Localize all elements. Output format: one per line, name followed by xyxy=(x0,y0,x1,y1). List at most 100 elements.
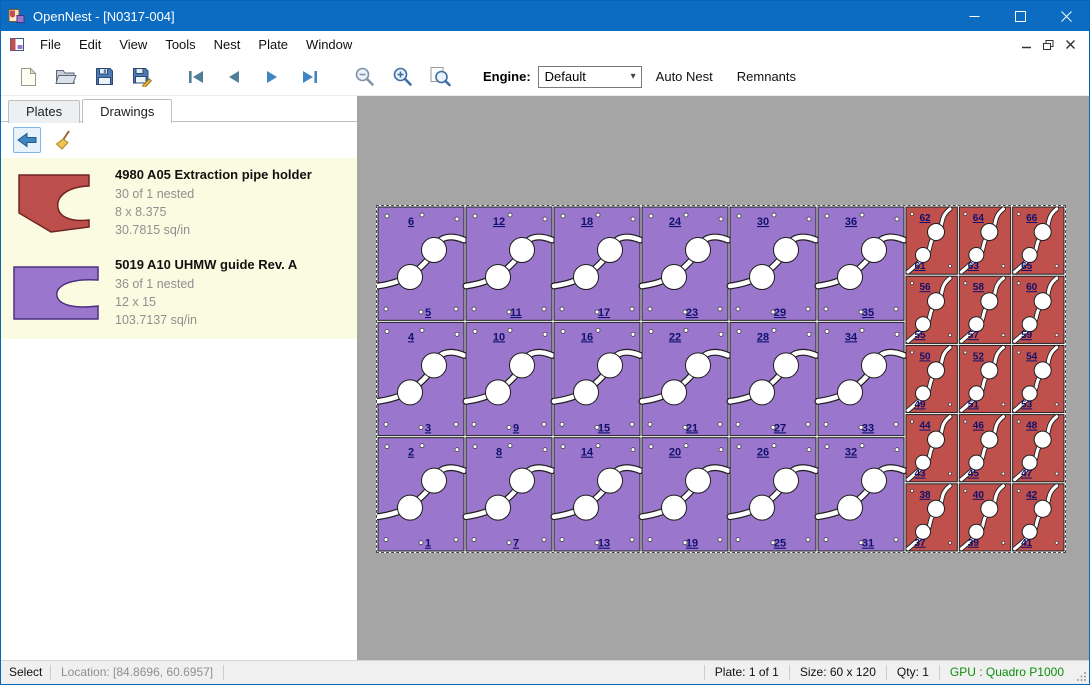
part-number: 28 xyxy=(757,331,769,343)
part-number: 20 xyxy=(669,447,681,459)
save-as-button[interactable] xyxy=(123,61,161,93)
engine-select[interactable]: Default ▾ xyxy=(538,66,642,88)
drawing-item-1[interactable]: 4980 A05 Extraction pipe holder30 of 1 n… xyxy=(1,158,357,248)
zoom-out-button[interactable] xyxy=(345,61,383,93)
part-number: 31 xyxy=(862,538,874,550)
purple-part-pair[interactable]: 3635 xyxy=(818,207,904,320)
import-drawing-button[interactable] xyxy=(13,127,41,153)
purple-part-pair[interactable]: 43 xyxy=(378,322,464,435)
remnants-button[interactable]: Remnants xyxy=(727,63,806,90)
purple-part-pair[interactable]: 3231 xyxy=(818,438,904,551)
red-part-pair[interactable]: 66 65 xyxy=(1013,207,1064,274)
purple-part-pair[interactable]: 2625 xyxy=(730,438,816,551)
red-part-pair[interactable]: 5655 xyxy=(906,276,957,343)
menu-item-nest[interactable]: Nest xyxy=(205,33,250,56)
next-plate-button[interactable] xyxy=(253,61,291,93)
purple-part-pair[interactable]: 2221 xyxy=(642,322,728,435)
red-part-pair[interactable]: 6463 xyxy=(959,207,1010,274)
save-icon xyxy=(95,67,114,86)
purple-part-pair[interactable]: 65 xyxy=(378,207,464,320)
purple-part-pair[interactable]: 3433 xyxy=(818,322,904,435)
zoom-fit-button[interactable] xyxy=(421,61,459,93)
purple-part-pair[interactable]: 2423 xyxy=(642,207,728,320)
part-number: 25 xyxy=(774,538,786,550)
mdi-restore-icon[interactable] xyxy=(1039,36,1058,54)
red-part-pair[interactable]: 4241 xyxy=(1013,484,1064,551)
mdi-close-icon[interactable] xyxy=(1061,36,1080,54)
purple-part-pair[interactable]: 21 xyxy=(378,438,464,551)
minimize-icon[interactable] xyxy=(951,1,997,31)
red-part-pair[interactable]: 4847 xyxy=(1013,415,1064,482)
status-mode: Select xyxy=(1,665,51,680)
open-button[interactable] xyxy=(47,61,85,93)
menu-item-edit[interactable]: Edit xyxy=(70,33,110,56)
purple-part-pair[interactable]: 1211 xyxy=(466,207,552,320)
part-number: 66 xyxy=(1026,213,1038,224)
close-icon[interactable] xyxy=(1043,1,1089,31)
purple-part-pair[interactable]: 2827 xyxy=(730,322,816,435)
part-number: 2 xyxy=(408,447,414,459)
part-number: 39 xyxy=(968,538,980,549)
purple-part-pair[interactable]: 3029 xyxy=(730,207,816,320)
part-number: 30 xyxy=(757,216,769,228)
drawing-item-2[interactable]: 5019 A10 UHMW guide Rev. A36 of 1 nested… xyxy=(1,248,357,338)
part-number: 7 xyxy=(513,538,519,550)
red-part-pair[interactable]: 5857 xyxy=(959,276,1010,343)
tab-plates[interactable]: Plates xyxy=(8,100,80,123)
main-toolbar: Engine: Default ▾ Auto Nest Remnants xyxy=(1,58,1089,96)
red-part-pair[interactable]: 3837 xyxy=(906,484,957,551)
part-number: 60 xyxy=(1026,282,1038,293)
purple-part-pair[interactable]: 87 xyxy=(466,438,552,551)
red-part-pair[interactable]: 4443 xyxy=(906,415,957,482)
part-number: 34 xyxy=(845,331,858,343)
red-part-pair[interactable]: 6059 xyxy=(1013,276,1064,343)
part-number: 21 xyxy=(686,422,698,434)
purple-part-pair[interactable]: 1817 xyxy=(554,207,640,320)
part-number: 35 xyxy=(862,307,874,319)
part-number: 6 xyxy=(408,216,414,228)
purple-part-pair[interactable]: 109 xyxy=(466,322,552,435)
previous-plate-button[interactable] xyxy=(215,61,253,93)
menu-item-file[interactable]: File xyxy=(31,33,70,56)
zoom-in-button[interactable] xyxy=(383,61,421,93)
new-button[interactable] xyxy=(9,61,47,93)
red-part-pair[interactable]: 4645 xyxy=(959,415,1010,482)
menu-item-tools[interactable]: Tools xyxy=(156,33,204,56)
drawing-list: 4980 A05 Extraction pipe holder30 of 1 n… xyxy=(1,158,357,339)
drawing-info: 4980 A05 Extraction pipe holder30 of 1 n… xyxy=(115,167,312,239)
resize-grip[interactable] xyxy=(1074,661,1089,684)
titlebar[interactable]: OpenNest - [N0317-004] xyxy=(1,1,1089,31)
purple-part-pair[interactable]: 1413 xyxy=(554,438,640,551)
menu-item-view[interactable]: View xyxy=(110,33,156,56)
nest-canvas[interactable]: 6512111817242330293635431091615222128273… xyxy=(357,96,1089,660)
app-icon xyxy=(1,8,31,24)
part-number: 65 xyxy=(1021,261,1033,272)
part-number: 41 xyxy=(1021,538,1033,549)
zoom-out-icon xyxy=(354,66,375,87)
part-number: 14 xyxy=(581,447,594,459)
last-plate-button[interactable] xyxy=(291,61,329,93)
auto-nest-button[interactable]: Auto Nest xyxy=(646,63,723,90)
red-part-pair[interactable]: 6261 xyxy=(906,207,957,274)
document-icon[interactable] xyxy=(5,38,31,52)
zoom-in-icon xyxy=(392,66,413,87)
part-number: 61 xyxy=(914,261,926,272)
clear-drawings-button[interactable] xyxy=(50,127,78,153)
part-number: 40 xyxy=(973,490,985,501)
red-part-pair[interactable]: 40 39 xyxy=(959,484,1010,551)
menu-item-window[interactable]: Window xyxy=(297,33,361,56)
purple-part-pair[interactable]: 2019 xyxy=(642,438,728,551)
maximize-icon[interactable] xyxy=(997,1,1043,31)
menu-item-plate[interactable]: Plate xyxy=(249,33,297,56)
red-part-pair[interactable]: 5453 xyxy=(1013,345,1064,412)
nest-plate[interactable]: 6512111817242330293635431091615222128273… xyxy=(376,205,1066,553)
purple-part-pair[interactable]: 1615 xyxy=(554,322,640,435)
tab-drawings[interactable]: Drawings xyxy=(82,99,172,123)
red-part-pair[interactable]: 5049 xyxy=(906,345,957,412)
part-number: 52 xyxy=(973,351,985,362)
first-plate-button[interactable] xyxy=(177,61,215,93)
save-button[interactable] xyxy=(85,61,123,93)
red-part-pair[interactable]: 5251 xyxy=(959,345,1010,412)
mdi-minimize-icon[interactable] xyxy=(1017,36,1036,54)
drawing-area: 30.7815 sq/in xyxy=(115,222,312,240)
